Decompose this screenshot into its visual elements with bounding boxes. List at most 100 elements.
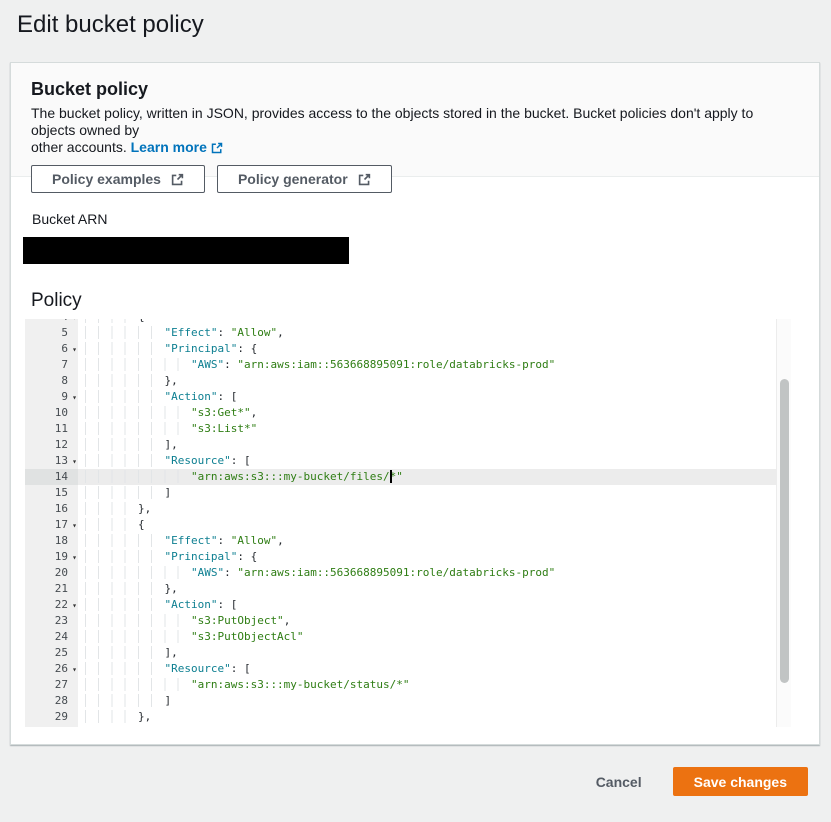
card-description: The bucket policy, written in JSON, prov… xyxy=(31,105,799,156)
code-line-8[interactable]: 8 }, xyxy=(25,373,776,389)
code-text: "arn:aws:s3:::my-bucket/files/*" xyxy=(78,469,776,485)
external-link-icon xyxy=(211,142,223,154)
form-actions: Cancel Save changes xyxy=(596,767,808,796)
fold-arrow-icon[interactable]: ▾ xyxy=(72,662,77,678)
code-line-21[interactable]: 21 }, xyxy=(25,581,776,597)
policy-heading: Policy xyxy=(31,290,799,312)
line-number: 18 xyxy=(25,533,78,549)
code-text: "s3:PutObjectAcl" xyxy=(78,629,776,645)
code-text: }, xyxy=(78,373,776,389)
line-number: 14 xyxy=(25,469,78,485)
card-description-line1: The bucket policy, written in JSON, prov… xyxy=(31,105,799,139)
code-text: { xyxy=(78,517,776,533)
fold-arrow-icon[interactable]: ▾ xyxy=(72,598,77,614)
card-title: Bucket policy xyxy=(31,78,799,100)
fold-arrow-icon[interactable]: ▾ xyxy=(72,390,77,406)
bucket-arn-value-redacted xyxy=(23,237,349,264)
code-line-23[interactable]: 23 "s3:PutObject", xyxy=(25,613,776,629)
bucket-arn-label: Bucket ARN xyxy=(32,210,799,228)
line-number: 20 xyxy=(25,565,78,581)
cancel-button[interactable]: Cancel xyxy=(596,774,642,790)
line-number: 25 xyxy=(25,645,78,661)
code-text: }, xyxy=(78,581,776,597)
card-header: Bucket policy The bucket policy, written… xyxy=(11,63,819,177)
code-line-20[interactable]: 20 "AWS": "arn:aws:iam::563668895091:rol… xyxy=(25,565,776,581)
code-line-15[interactable]: 15 ] xyxy=(25,485,776,501)
learn-more-label: Learn more xyxy=(131,139,207,156)
fold-arrow-icon[interactable]: ▾ xyxy=(72,550,77,566)
line-number: 13▾ xyxy=(25,453,78,469)
line-number: 29 xyxy=(25,709,78,725)
policy-code-editor[interactable]: 4▾ {5 "Effect": "Allow",6▾ "Principal": … xyxy=(25,319,791,727)
fold-arrow-icon[interactable]: ▾ xyxy=(72,454,77,470)
line-number: 22▾ xyxy=(25,597,78,613)
code-text: }, xyxy=(78,709,776,725)
page-title: Edit bucket policy xyxy=(0,0,831,40)
line-number: 21 xyxy=(25,581,78,597)
code-text: "Effect": "Allow", xyxy=(78,325,776,341)
code-line-13[interactable]: 13▾ "Resource": [ xyxy=(25,453,776,469)
line-number: 26▾ xyxy=(25,661,78,677)
code-text: ], xyxy=(78,645,776,661)
code-line-10[interactable]: 10 "s3:Get*", xyxy=(25,405,776,421)
line-number: 19▾ xyxy=(25,549,78,565)
code-line-17[interactable]: 17▾ { xyxy=(25,517,776,533)
code-line-16[interactable]: 16 }, xyxy=(25,501,776,517)
editor-scrollbar-track[interactable] xyxy=(776,319,791,727)
line-number: 8 xyxy=(25,373,78,389)
card-description-line2-text: other accounts. xyxy=(31,139,127,155)
code-line-25[interactable]: 25 ], xyxy=(25,645,776,661)
card-body: Bucket ARN Policy 4▾ {5 "Effect": "Allow… xyxy=(11,177,819,747)
code-text: "Resource": [ xyxy=(78,661,776,677)
code-line-9[interactable]: 9▾ "Action": [ xyxy=(25,389,776,405)
line-number: 10 xyxy=(25,405,78,421)
code-text: "Action": [ xyxy=(78,597,776,613)
code-line-29[interactable]: 29 }, xyxy=(25,709,776,725)
code-text: "Effect": "Allow", xyxy=(78,533,776,549)
code-line-19[interactable]: 19▾ "Principal": { xyxy=(25,549,776,565)
code-text: "s3:Get*", xyxy=(78,405,776,421)
code-line-26[interactable]: 26▾ "Resource": [ xyxy=(25,661,776,677)
code-line-22[interactable]: 22▾ "Action": [ xyxy=(25,597,776,613)
code-text: "Action": [ xyxy=(78,389,776,405)
fold-arrow-icon[interactable]: ▾ xyxy=(72,518,77,534)
line-number: 16 xyxy=(25,501,78,517)
code-text: ], xyxy=(78,437,776,453)
code-line-18[interactable]: 18 "Effect": "Allow", xyxy=(25,533,776,549)
code-line-24[interactable]: 24 "s3:PutObjectAcl" xyxy=(25,629,776,645)
code-text: "s3:PutObject", xyxy=(78,613,776,629)
line-number: 23 xyxy=(25,613,78,629)
line-number: 24 xyxy=(25,629,78,645)
code-line-6[interactable]: 6▾ "Principal": { xyxy=(25,341,776,357)
learn-more-link[interactable]: Learn more xyxy=(131,139,223,156)
line-number: 6▾ xyxy=(25,341,78,357)
line-number: 5 xyxy=(25,325,78,341)
text-cursor xyxy=(390,470,392,483)
code-line-12[interactable]: 12 ], xyxy=(25,437,776,453)
code-text: "Principal": { xyxy=(78,549,776,565)
code-text: "Resource": [ xyxy=(78,453,776,469)
code-text: "s3:List*" xyxy=(78,421,776,437)
fold-arrow-icon[interactable]: ▾ xyxy=(72,342,77,358)
code-line-5[interactable]: 5 "Effect": "Allow", xyxy=(25,325,776,341)
code-line-27[interactable]: 27 "arn:aws:s3:::my-bucket/status/*" xyxy=(25,677,776,693)
code-line-7[interactable]: 7 "AWS": "arn:aws:iam::563668895091:role… xyxy=(25,357,776,373)
line-number: 11 xyxy=(25,421,78,437)
line-number: 27 xyxy=(25,677,78,693)
code-text: ] xyxy=(78,485,776,501)
line-number: 9▾ xyxy=(25,389,78,405)
code-line-11[interactable]: 11 "s3:List*" xyxy=(25,421,776,437)
code-line-14[interactable]: 14 "arn:aws:s3:::my-bucket/files/*" xyxy=(25,469,776,485)
code-text: "AWS": "arn:aws:iam::563668895091:role/d… xyxy=(78,357,776,373)
bucket-policy-card: Bucket policy The bucket policy, written… xyxy=(10,62,820,745)
code-text: "arn:aws:s3:::my-bucket/status/*" xyxy=(78,677,776,693)
line-number: 15 xyxy=(25,485,78,501)
card-description-line2: other accounts. Learn more xyxy=(31,139,799,156)
line-number: 12 xyxy=(25,437,78,453)
code-line-28[interactable]: 28 ] xyxy=(25,693,776,709)
code-text: }, xyxy=(78,501,776,517)
code-text: "Principal": { xyxy=(78,341,776,357)
save-changes-button[interactable]: Save changes xyxy=(673,767,808,796)
editor-scrollbar-thumb[interactable] xyxy=(780,379,789,683)
line-number: 17▾ xyxy=(25,517,78,533)
